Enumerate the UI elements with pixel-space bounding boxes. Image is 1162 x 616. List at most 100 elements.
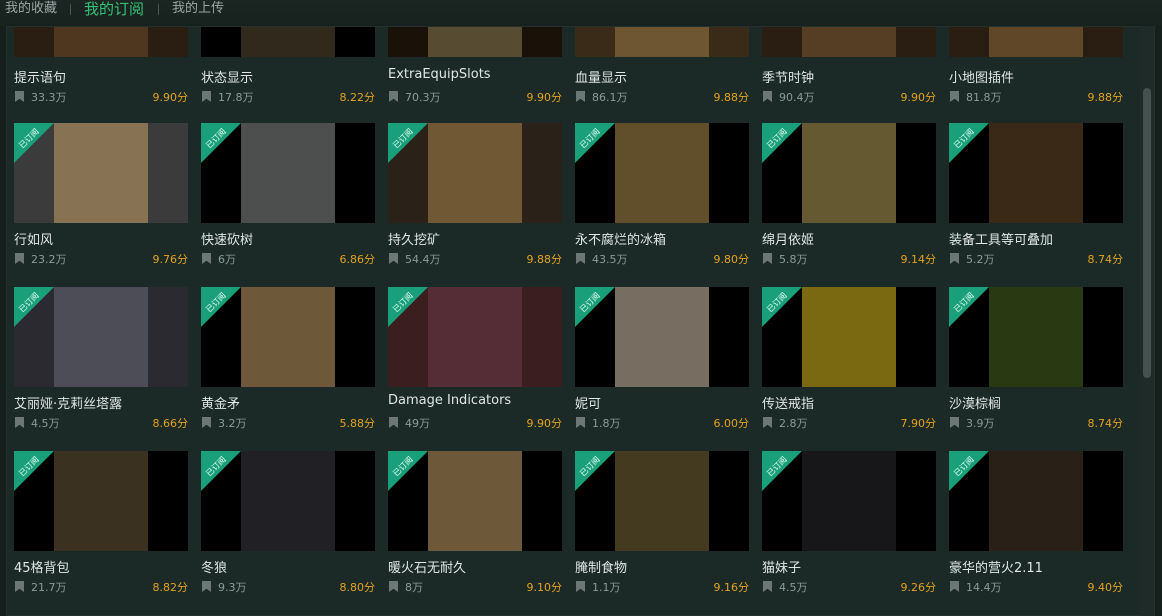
mod-card[interactable]: 已订阅 绵月依姬 5.8万 9.14分: [762, 123, 936, 287]
bookmark-icon: [202, 91, 211, 102]
mod-card[interactable]: 已订阅快速砍树 6万 6.86分: [201, 123, 375, 287]
tab-uploads[interactable]: 我的上传: [172, 0, 224, 20]
mod-title[interactable]: 冬狼: [201, 557, 375, 576]
mod-meta: 9.3万 8.80分: [201, 579, 375, 595]
mod-thumbnail[interactable]: [762, 27, 936, 57]
tab-subscriptions[interactable]: 我的订阅: [84, 0, 144, 20]
bookmark-icon: [950, 91, 959, 102]
thumbnail-art: [241, 451, 335, 551]
scrollbar-thumb[interactable]: [1143, 88, 1151, 378]
scrollbar[interactable]: [1140, 26, 1154, 616]
mod-thumbnail[interactable]: [575, 27, 749, 57]
thumbnail-art: [989, 287, 1083, 387]
mod-card[interactable]: 已订阅 豪华的营火2.11 14.4万 9.40分: [949, 451, 1123, 615]
rating-score: 8.22分: [339, 91, 376, 104]
mod-meta: 4.5万 9.26分: [762, 579, 936, 595]
mod-thumbnail[interactable]: 已订阅: [575, 123, 749, 223]
mod-card[interactable]: 已订阅 艾丽娅·克莉丝塔露 4.5万 8.66分: [14, 287, 188, 451]
mod-card[interactable]: 已订阅 45格背包 21.7万 8.82分: [14, 451, 188, 615]
mod-thumbnail[interactable]: [14, 27, 188, 57]
rating-score: 9.90分: [526, 91, 563, 104]
mod-meta: 81.8万 9.88分: [949, 89, 1123, 105]
subscriber-count: 17.8万: [218, 91, 254, 104]
mod-thumbnail[interactable]: 已订阅: [762, 451, 936, 551]
rating-score: 8.82分: [152, 581, 189, 594]
mod-thumbnail[interactable]: 已订阅: [14, 123, 188, 223]
bookmark-icon: [202, 417, 211, 428]
mod-card[interactable]: 已订阅 装备工具等可叠加 5.2万 8.74分: [949, 123, 1123, 287]
bookmark-icon: [763, 253, 772, 264]
mod-thumbnail[interactable]: 已订阅: [949, 287, 1123, 387]
mod-title[interactable]: 暖火石无耐久: [388, 557, 562, 576]
mod-thumbnail[interactable]: [949, 27, 1123, 57]
mod-title[interactable]: 艾丽娅·克莉丝塔露: [14, 393, 188, 412]
tab-favorites[interactable]: 我的收藏: [5, 0, 57, 20]
mod-card[interactable]: 已订阅 腌制食物 1.1万 9.16分: [575, 451, 749, 615]
mod-card[interactable]: 已订阅 沙漠棕榈 3.9万 8.74分: [949, 287, 1123, 451]
subscriber-count: 8万: [405, 581, 423, 594]
mod-card[interactable]: 已订阅冬狼 9.3万 8.80分: [201, 451, 375, 615]
mod-title[interactable]: 绵月依姬: [762, 229, 936, 248]
mod-card[interactable]: 已订阅 行如风 23.2万 9.76分: [14, 123, 188, 287]
mod-card[interactable]: 已订阅 持久挖矿 54.4万 9.88分: [388, 123, 562, 287]
mod-thumbnail[interactable]: 已订阅: [201, 451, 375, 551]
mod-thumbnail[interactable]: 已订阅: [14, 287, 188, 387]
mod-card[interactable]: 已订阅永不腐烂的冰箱 43.5万 9.80分: [575, 123, 749, 287]
mod-thumbnail[interactable]: 已订阅: [201, 287, 375, 387]
thumbnail-art: [802, 287, 896, 387]
mod-title[interactable]: 行如风: [14, 229, 188, 248]
mod-title[interactable]: 猫妹子: [762, 557, 936, 576]
mod-thumbnail[interactable]: 已订阅: [388, 123, 562, 223]
mod-thumbnail[interactable]: 已订阅: [575, 287, 749, 387]
bookmark-icon: [389, 581, 398, 592]
bookmark-icon: [389, 417, 398, 428]
mod-title[interactable]: 提示语句: [14, 67, 188, 86]
mod-title[interactable]: ExtraEquipSlots: [388, 67, 562, 82]
mod-card[interactable]: 已订阅 Damage Indicators 49万 9.90分: [388, 287, 562, 451]
mod-thumbnail[interactable]: 已订阅: [388, 451, 562, 551]
mod-thumbnail[interactable]: 已订阅: [388, 287, 562, 387]
mod-thumbnail[interactable]: 已订阅: [201, 123, 375, 223]
mod-title[interactable]: 持久挖矿: [388, 229, 562, 248]
mod-thumbnail[interactable]: 已订阅: [762, 123, 936, 223]
mod-title[interactable]: 黄金矛: [201, 393, 375, 412]
mod-title[interactable]: 豪华的营火2.11: [949, 557, 1123, 576]
thumbnail-art: [989, 451, 1083, 551]
mod-title[interactable]: 装备工具等可叠加: [949, 229, 1123, 248]
mod-card[interactable]: 已订阅 黄金矛 3.2万 5.88分: [201, 287, 375, 451]
mod-title[interactable]: 沙漠棕榈: [949, 393, 1123, 412]
mod-meta: 6万 6.86分: [201, 251, 375, 267]
rating-score: 9.88分: [1087, 91, 1124, 104]
thumbnail-art: [428, 123, 522, 223]
mod-thumbnail[interactable]: [201, 27, 375, 57]
mod-title[interactable]: 传送戒指: [762, 393, 936, 412]
mod-title[interactable]: 小地图插件: [949, 67, 1123, 86]
mod-card[interactable]: 已订阅猫妹子 4.5万 9.26分: [762, 451, 936, 615]
mod-title[interactable]: 季节时钟: [762, 67, 936, 86]
mod-thumbnail[interactable]: 已订阅: [949, 123, 1123, 223]
mod-title[interactable]: 快速砍树: [201, 229, 375, 248]
subscriber-count: 3.9万: [966, 417, 995, 430]
mod-title[interactable]: 腌制食物: [575, 557, 749, 576]
mod-card[interactable]: 已订阅 传送戒指 2.8万 7.90分: [762, 287, 936, 451]
rating-score: 6.86分: [339, 253, 376, 266]
mod-thumbnail[interactable]: 已订阅: [949, 451, 1123, 551]
mod-card[interactable]: 已订阅 妮可 1.8万 6.00分: [575, 287, 749, 451]
mod-title[interactable]: 永不腐烂的冰箱: [575, 229, 749, 248]
mod-thumbnail[interactable]: 已订阅: [14, 451, 188, 551]
bookmark-icon: [389, 91, 398, 102]
bookmark-icon: [576, 253, 585, 264]
mod-thumbnail[interactable]: [388, 27, 562, 57]
mod-title[interactable]: 妮可: [575, 393, 749, 412]
mod-title[interactable]: 45格背包: [14, 557, 188, 576]
mod-thumbnail[interactable]: 已订阅: [575, 451, 749, 551]
subscriber-count: 81.8万: [966, 91, 1002, 104]
mod-title[interactable]: Damage Indicators: [388, 393, 562, 408]
mod-meta: 86.1万 9.88分: [575, 89, 749, 105]
mod-title[interactable]: 血量显示: [575, 67, 749, 86]
mod-card[interactable]: 已订阅 暖火石无耐久 8万 9.10分: [388, 451, 562, 615]
mod-meta: 43.5万 9.80分: [575, 251, 749, 267]
mod-title[interactable]: 状态显示: [201, 67, 375, 86]
mod-meta: 90.4万 9.90分: [762, 89, 936, 105]
mod-thumbnail[interactable]: 已订阅: [762, 287, 936, 387]
